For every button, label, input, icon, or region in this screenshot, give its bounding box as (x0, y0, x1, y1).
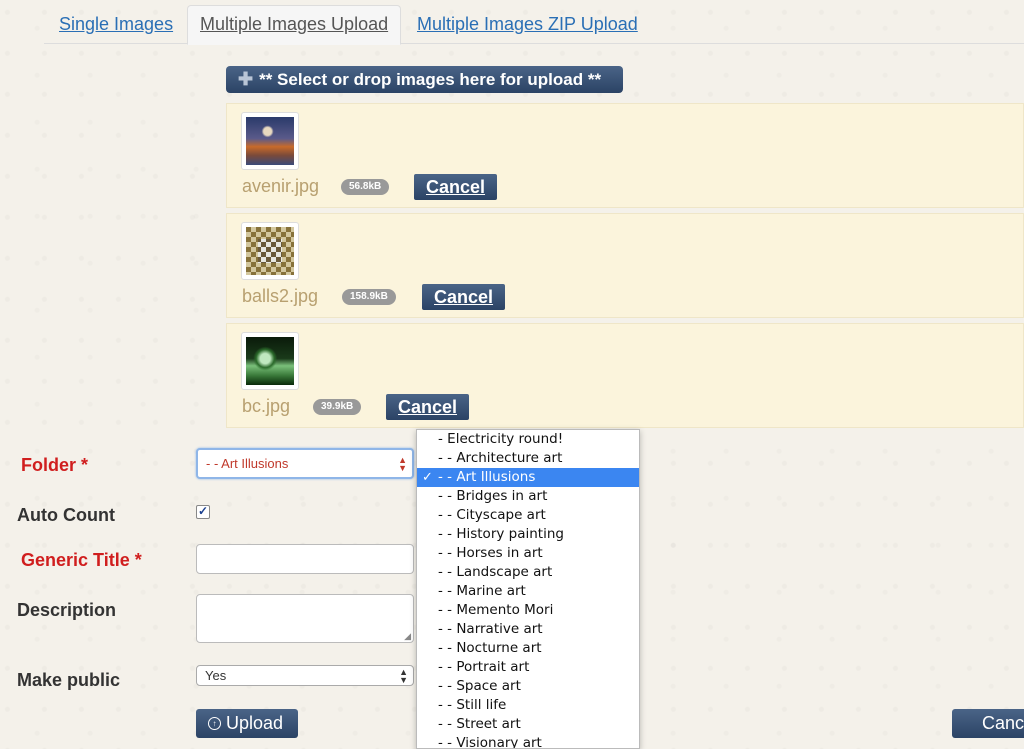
file-thumbnail (241, 112, 299, 170)
auto-count-label: Auto Count (17, 505, 115, 525)
make-public-value: Yes (205, 668, 227, 683)
file-name: avenir.jpg (242, 176, 320, 196)
folder-select[interactable]: - - Art Illusions ▲ ▼ (196, 448, 414, 479)
file-name: balls2.jpg (242, 286, 319, 306)
file-name: bc.jpg (242, 396, 291, 416)
make-public-select[interactable]: Yes ▲ ▼ (196, 665, 414, 686)
folder-option[interactable]: - - Still life (417, 696, 639, 715)
checkmark-icon: ✓ (422, 470, 433, 485)
folder-option[interactable]: - Electricity round! (417, 430, 639, 449)
folder-option[interactable]: - - Horses in art (417, 544, 639, 563)
file-item: balls2.jpg 158.9kB Cancel (226, 213, 1024, 318)
cancel-all-button[interactable]: Cancel (952, 709, 1024, 738)
folder-option-label: - - Portrait art (438, 659, 530, 675)
cancel-file-button[interactable]: Cancel (414, 174, 498, 200)
folder-option[interactable]: - - Bridges in art (417, 487, 639, 506)
folder-option-label: - - Still life (438, 697, 507, 713)
folder-option[interactable]: - - Landscape art (417, 563, 639, 582)
file-size-badge: 158.9kB (342, 289, 396, 305)
file-size-badge: 39.9kB (313, 399, 362, 415)
file-item: bc.jpg 39.9kB Cancel (226, 323, 1024, 428)
tab-multiple-images-zip-upload[interactable]: Multiple Images ZIP Upload (405, 6, 650, 43)
folder-dropdown-list: - Electricity round! - - Architecture art… (416, 429, 640, 749)
select-arrows-icon: ▲ ▼ (399, 666, 408, 685)
folder-option-label: - - Bridges in art (438, 488, 548, 504)
folder-option-label: - - Landscape art (438, 564, 553, 580)
folder-label: Folder * (21, 455, 89, 475)
generic-title-input[interactable] (196, 544, 414, 574)
folder-option[interactable]: ✓ - - Art Illusions (417, 468, 639, 487)
folder-option[interactable]: - - History painting (417, 525, 639, 544)
make-public-label: Make public (17, 670, 121, 690)
folder-option-label: - - Narrative art (438, 621, 543, 637)
cancel-file-button[interactable]: Cancel (422, 284, 506, 310)
cancel-file-button[interactable]: Cancel (386, 394, 470, 420)
folder-option-label: - - Art Illusions (438, 469, 536, 485)
folder-option[interactable]: - - Nocturne art (417, 639, 639, 658)
folder-option-label: - - Cityscape art (438, 507, 546, 523)
upload-icon: ↑ (208, 717, 221, 730)
folder-option[interactable]: - - Narrative art (417, 620, 639, 639)
folder-option-label: - - Street art (438, 716, 521, 732)
file-item: avenir.jpg 56.8kB Cancel (226, 103, 1024, 208)
folder-select-value: - - Art Illusions (206, 456, 289, 471)
upload-tabs: Single Images Multiple Images Upload Mul… (0, 0, 1024, 45)
description-label: Description (17, 600, 117, 620)
upload-button[interactable]: ↑ Upload (196, 709, 298, 738)
select-images-button[interactable]: ✚ ** Select or drop images here for uploa… (226, 66, 623, 93)
folder-option-label: - - History painting (438, 526, 564, 542)
folder-option[interactable]: - - Cityscape art (417, 506, 639, 525)
folder-option[interactable]: - - Memento Mori (417, 601, 639, 620)
folder-option[interactable]: - - Portrait art (417, 658, 639, 677)
folder-option-label: - - Horses in art (438, 545, 543, 561)
select-images-label: ** Select or drop images here for upload… (259, 70, 602, 89)
file-thumbnail (241, 222, 299, 280)
folder-option[interactable]: - - Space art (417, 677, 639, 696)
folder-option-label: - - Nocturne art (438, 640, 542, 656)
folder-option-label: - - Marine art (438, 583, 526, 599)
folder-option[interactable]: - - Architecture art (417, 449, 639, 468)
description-textarea[interactable]: ◢ (196, 594, 414, 643)
folder-option[interactable]: - - Street art (417, 715, 639, 734)
auto-count-checkbox[interactable]: ✓ (196, 505, 210, 519)
folder-option-label: - - Memento Mori (438, 602, 554, 618)
plus-icon: ✚ (238, 69, 254, 89)
upload-button-label: Upload (226, 713, 284, 733)
folder-option[interactable]: - - Marine art (417, 582, 639, 601)
select-arrows-icon: ▲ ▼ (398, 454, 407, 473)
folder-option-label: - - Architecture art (438, 450, 563, 466)
tab-multiple-images-upload[interactable]: Multiple Images Upload (187, 5, 402, 45)
tab-single-images[interactable]: Single Images (47, 6, 185, 43)
generic-title-label: Generic Title * (21, 550, 142, 570)
file-thumbnail (241, 332, 299, 390)
resize-handle-icon[interactable]: ◢ (404, 631, 411, 642)
folder-option-label: - Electricity round! (438, 431, 564, 447)
file-size-badge: 56.8kB (341, 179, 390, 195)
folder-option-label: - - Space art (438, 678, 521, 694)
